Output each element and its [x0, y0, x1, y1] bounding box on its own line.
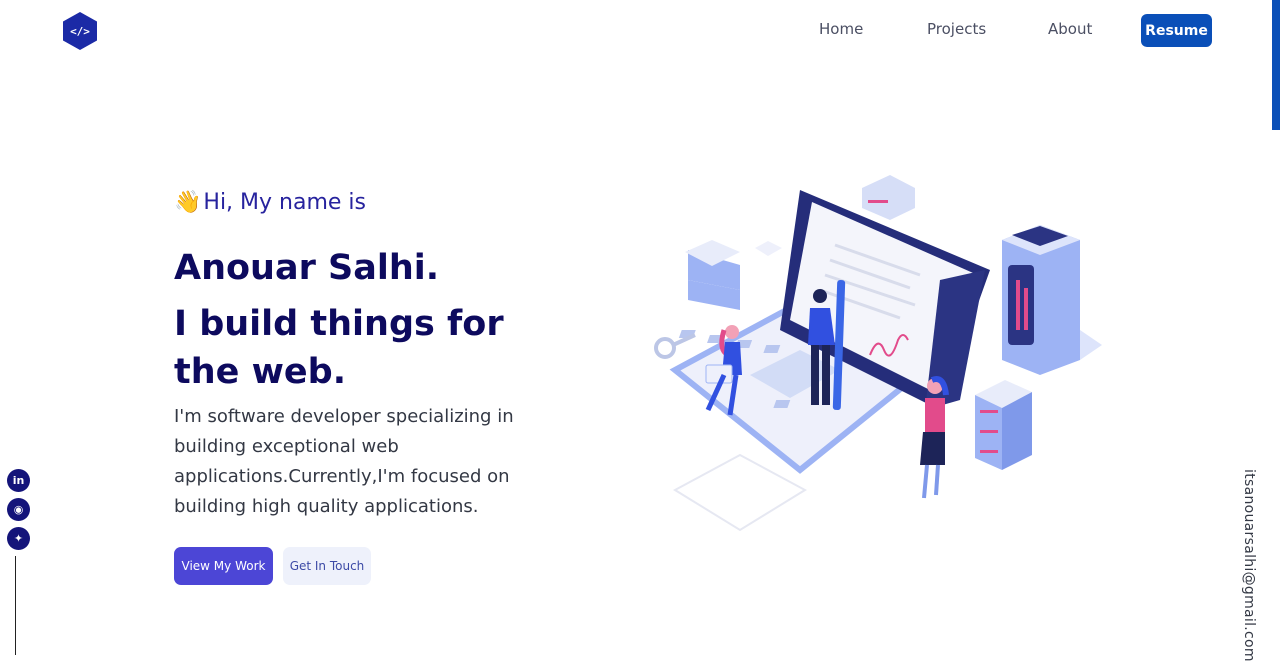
nav-projects[interactable]: Projects: [927, 20, 986, 38]
main-nav: Home Projects About Resume: [0, 0, 1280, 62]
get-in-touch-button[interactable]: Get In Touch: [283, 547, 371, 585]
nav-home[interactable]: Home: [819, 20, 863, 38]
waving-hand-icon: 👋: [174, 190, 202, 215]
greeting: 👋Hi, My name is: [174, 190, 366, 215]
hero-name: Anouar Salhi.: [174, 248, 440, 288]
resume-button[interactable]: Resume: [1141, 14, 1212, 47]
hero-tagline: I build things for the web.: [174, 304, 504, 392]
hero-description: I'm software developer specializing in b…: [174, 406, 514, 517]
greeting-text: Hi, My name is: [203, 190, 366, 215]
developer-illustration: [654, 175, 1102, 532]
view-my-work-button[interactable]: View My Work: [174, 547, 273, 585]
email-link[interactable]: itsanouarsalhi@gmail.com: [1241, 469, 1257, 662]
twitter-icon[interactable]: ✦: [7, 527, 30, 550]
social-divider-line: [15, 556, 16, 655]
nav-about[interactable]: About: [1048, 20, 1092, 38]
social-links: in ◉ ✦: [7, 469, 30, 556]
github-icon[interactable]: ◉: [7, 498, 30, 521]
linkedin-icon[interactable]: in: [7, 469, 30, 492]
scrollbar[interactable]: [1272, 0, 1280, 655]
scrollbar-thumb[interactable]: [1272, 0, 1280, 130]
